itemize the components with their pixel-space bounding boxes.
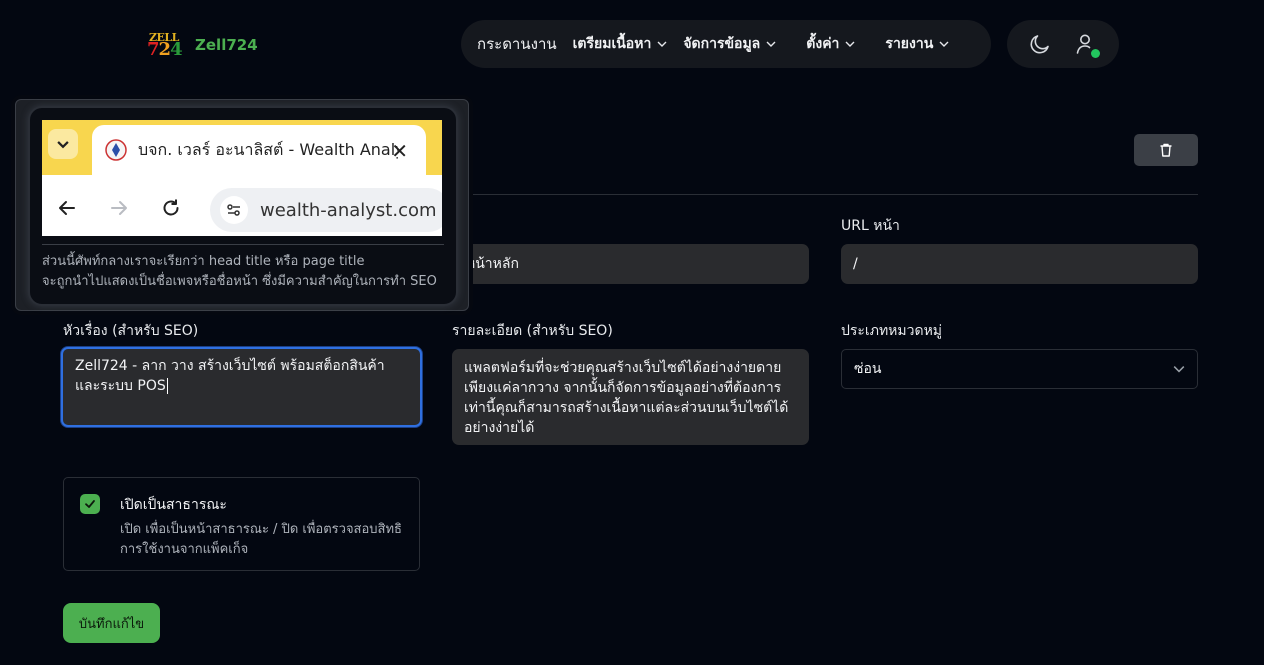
main-nav: กระดานงาน เตรียมเนื้อหา จัดการข้อมูล ตั้…	[461, 20, 991, 68]
utility-bar	[1007, 20, 1119, 68]
nav-item-reports[interactable]: รายงาน	[885, 33, 949, 55]
chevron-down-icon	[939, 41, 949, 47]
delete-button[interactable]	[1134, 134, 1198, 166]
brand-name: Zell724	[195, 36, 258, 54]
head-title-tooltip: บจก. เวลร์ อะนาลิสต์ - Wealth Analyst ✕ …	[15, 99, 469, 311]
browser-toolbar: wealth-analyst.com	[42, 182, 442, 236]
logo-mark: ZELL 724	[147, 31, 183, 60]
browser-illustration: บจก. เวลร์ อะนาลิสต์ - Wealth Analyst ✕ …	[42, 120, 442, 236]
chevron-down-icon	[657, 41, 667, 47]
site-settings-icon	[220, 196, 248, 224]
url-label: URL หน้า	[841, 218, 900, 234]
tooltip-card: บจก. เวลร์ อะนาลิสต์ - Wealth Analyst ✕ …	[28, 106, 458, 306]
browser-tab: บจก. เวลร์ อะนาลิสต์ - Wealth Analyst ✕	[92, 125, 426, 175]
public-checkbox[interactable]	[80, 494, 100, 514]
save-button[interactable]: บันทึกแก้ไข	[63, 603, 160, 643]
public-description: เปิด เพื่อเป็นหน้าสาธารณะ / ปิด เพื่อตรว…	[120, 522, 402, 557]
public-option: เปิดเป็นสาธารณะ เปิด เพื่อเป็นหน้าสาธารณ…	[63, 477, 420, 571]
reload-icon	[163, 199, 179, 216]
page-name-input[interactable]: หน้าหลัก	[452, 244, 809, 284]
seo-desc-label: รายละเอียด (สำหรับ SEO)	[452, 323, 613, 339]
tab-dropdown-icon	[48, 129, 78, 159]
nav-item-settings[interactable]: ตั้งค่า	[806, 33, 855, 55]
category-select[interactable]: ซ่อน	[841, 349, 1198, 389]
checkmark-icon	[85, 500, 95, 508]
tooltip-description: ส่วนนี้ศัพท์กลางเราจะเรียกว่า head title…	[42, 254, 437, 289]
moon-icon[interactable]	[1028, 32, 1052, 56]
nav-item-content[interactable]: เตรียมเนื้อหา	[573, 33, 668, 55]
user-icon[interactable]	[1074, 32, 1100, 58]
seo-title-textarea[interactable]: Zell724 - ลาก วาง สร้างเว็บไซต์ พร้อมสต็…	[61, 347, 422, 427]
nav-item-dashboard[interactable]: กระดานงาน	[477, 32, 557, 56]
text-caret	[166, 378, 168, 394]
url-input[interactable]: /	[841, 244, 1198, 284]
chevron-down-icon	[845, 41, 855, 47]
chevron-down-icon	[766, 41, 776, 47]
forward-arrow-icon	[111, 201, 127, 215]
category-label: ประเภทหมวดหมู่	[841, 323, 943, 339]
address-text: wealth-analyst.com	[260, 199, 437, 221]
trash-icon	[1160, 143, 1172, 157]
close-icon: ✕	[391, 139, 408, 163]
online-status-dot	[1091, 49, 1100, 58]
back-arrow-icon	[59, 201, 75, 215]
seo-desc-textarea[interactable]: แพลตฟอร์มที่จะช่วยคุณสร้างเว็บไซต์ได้อย่…	[452, 349, 809, 445]
nav-item-data[interactable]: จัดการข้อมูล	[683, 33, 776, 55]
browser-tab-bar: บจก. เวลร์ อะนาลิสต์ - Wealth Analyst ✕	[42, 120, 442, 175]
tab-title: บจก. เวลร์ อะนาลิสต์ - Wealth Analyst	[138, 139, 398, 159]
public-title: เปิดเป็นสาธารณะ	[120, 497, 227, 513]
tooltip-divider	[42, 244, 444, 245]
chevron-down-icon	[1173, 366, 1185, 373]
brand-logo[interactable]: ZELL 724 Zell724	[147, 31, 258, 60]
favicon-icon	[105, 139, 127, 161]
seo-title-label: หัวเรื่อง (สำหรับ SEO)	[63, 323, 199, 339]
address-bar: wealth-analyst.com	[210, 188, 442, 232]
